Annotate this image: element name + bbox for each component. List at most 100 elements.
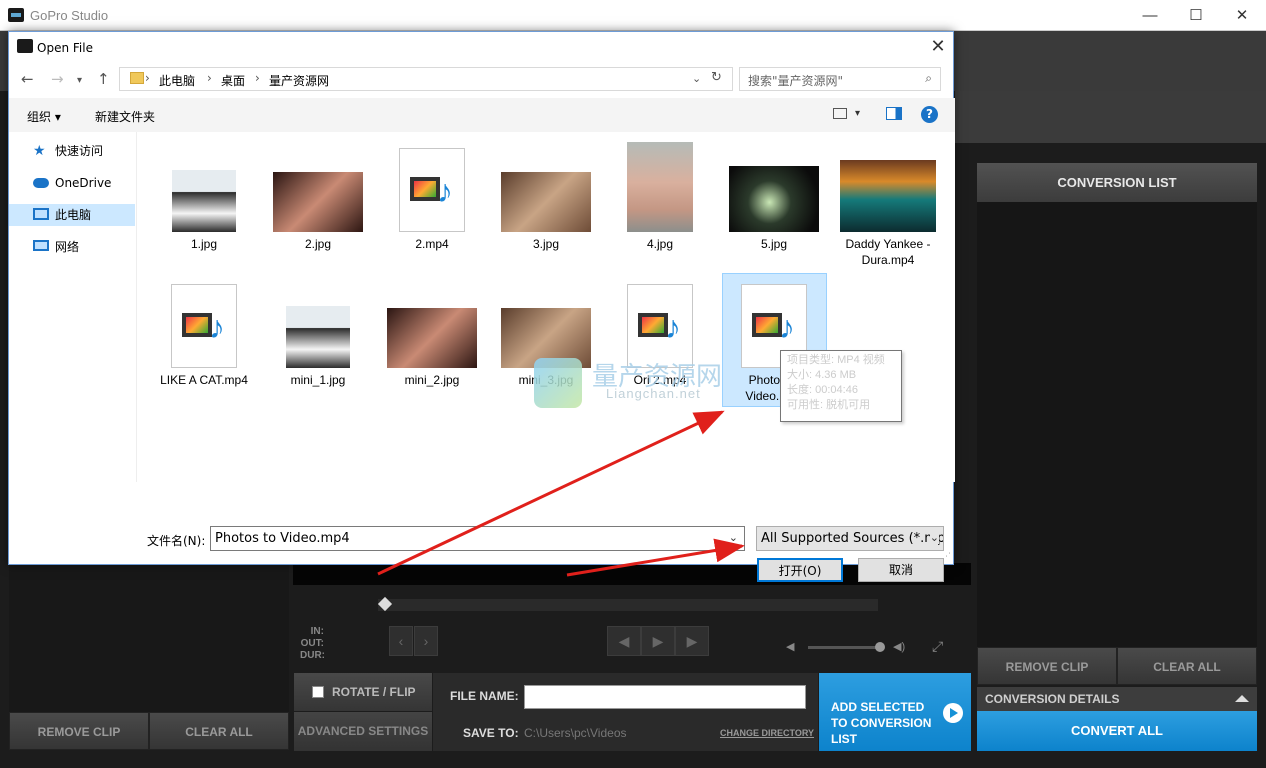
add-selected-label: ADD SELECTED TO CONVERSION LIST	[831, 700, 932, 746]
watermark-en: Liangchan.net	[606, 386, 701, 401]
music-note-icon: ♪	[665, 309, 681, 345]
app-title: GoPro Studio	[30, 8, 109, 23]
file-name: 4.jpg	[646, 237, 674, 251]
music-note-icon: ♪	[779, 309, 795, 345]
music-note-icon: ♪	[437, 173, 453, 209]
tooltip-type: 项目类型: MP4 视频	[787, 354, 885, 366]
file-name: 2.mp4	[415, 237, 449, 251]
convert-all-button[interactable]: CONVERT ALL	[977, 711, 1257, 751]
filetype-select[interactable]: All Supported Sources (*.mp ⌄	[756, 526, 944, 551]
image-thumbnail	[286, 306, 350, 368]
fullscreen-icon[interactable]: ⤢	[932, 638, 943, 655]
file-item[interactable]: 4.jpg	[610, 140, 710, 270]
conversion-remove-clip-button[interactable]: REMOVE CLIP	[977, 647, 1117, 685]
scrub-track[interactable]	[378, 599, 878, 611]
navigation-pane: ★ 快速访问 OneDrive 此电脑 网络	[9, 132, 137, 482]
organize-menu[interactable]: 组织 ▾	[27, 108, 61, 125]
step-back-icon[interactable]: ◀	[607, 626, 641, 656]
breadcrumb-folder[interactable]: 量产资源网	[269, 72, 329, 89]
view-mode-icon[interactable]	[833, 108, 847, 119]
up-arrow-icon[interactable]: ↑	[97, 70, 110, 88]
chevron-down-icon[interactable]: ⌄	[729, 531, 738, 544]
nav-network[interactable]: 网络	[9, 236, 135, 258]
preview-pane-icon[interactable]	[886, 107, 902, 120]
play-icon[interactable]: ▶	[641, 626, 675, 656]
add-selected-button[interactable]: ADD SELECTED TO CONVERSION LIST	[819, 673, 971, 751]
clear-all-button[interactable]: CLEAR ALL	[149, 712, 289, 750]
forward-arrow-icon[interactable]: →	[51, 70, 64, 88]
gopro-logo-icon	[17, 39, 33, 53]
view-dropdown-icon[interactable]: ▾	[855, 108, 860, 119]
file-item[interactable]: Daddy Yankee - Dura.mp4	[838, 140, 938, 270]
change-directory-link[interactable]: CHANGE DIRECTORY	[720, 728, 814, 738]
music-note-icon: ♪	[209, 309, 225, 345]
filetype-value: All Supported Sources (*.mp	[761, 531, 944, 546]
volume-low-icon[interactable]: ◀	[786, 640, 794, 653]
search-input[interactable]: 搜索"量产资源网" ⌕	[739, 67, 941, 91]
mark-out-button[interactable]: ›	[414, 626, 438, 656]
breadcrumb-separator: ›	[207, 71, 212, 85]
conversion-list[interactable]	[977, 202, 1257, 647]
rotate-flip-toggle[interactable]: ROTATE / FLIP	[294, 673, 432, 711]
breadcrumb-separator: ›	[145, 71, 150, 85]
open-button[interactable]: 打开(O)	[757, 558, 843, 582]
app-tab-area	[955, 91, 1266, 143]
breadcrumb-this-pc[interactable]: 此电脑	[159, 72, 195, 89]
dialog-close-button[interactable]: ✕	[925, 34, 951, 60]
nav-this-pc[interactable]: 此电脑	[9, 204, 135, 226]
file-name: LIKE A CAT.mp4	[160, 373, 248, 387]
file-item[interactable]: mini_2.jpg	[382, 276, 482, 406]
rotate-flip-checkbox[interactable]	[312, 686, 324, 698]
file-item[interactable]: 2.jpg	[268, 140, 368, 270]
minimize-button[interactable]: —	[1127, 0, 1173, 31]
step-forward-icon[interactable]: ▶	[675, 626, 709, 656]
image-thumbnail	[501, 172, 591, 232]
remove-clip-button[interactable]: REMOVE CLIP	[9, 712, 149, 750]
file-item[interactable]: ♪ 2.mp4	[382, 140, 482, 270]
nav-network-label: 网络	[55, 240, 80, 254]
nav-quick-access[interactable]: ★ 快速访问	[9, 140, 135, 162]
file-item[interactable]: mini_1.jpg	[268, 276, 368, 406]
recent-dropdown-icon[interactable]: ▾	[77, 75, 82, 86]
help-icon[interactable]: ?	[921, 106, 938, 123]
breadcrumb-desktop[interactable]: 桌面	[221, 72, 245, 89]
volume-handle[interactable]	[875, 642, 885, 652]
filename-input[interactable]: Photos to Video.mp4 ⌄	[210, 526, 745, 551]
file-item[interactable]: 5.jpg	[724, 140, 824, 270]
file-item[interactable]: 3.jpg	[496, 140, 596, 270]
advanced-settings-button[interactable]: ADVANCED SETTINGS	[294, 712, 432, 751]
refresh-icon[interactable]: ↻	[711, 70, 722, 85]
computer-icon	[33, 208, 49, 220]
mark-in-button[interactable]: ‹	[389, 626, 413, 656]
file-name-input[interactable]	[524, 685, 806, 709]
network-icon	[33, 240, 49, 251]
clip-list[interactable]	[9, 563, 289, 712]
volume-slider[interactable]	[808, 646, 880, 649]
file-name-label: FILE NAME:	[450, 689, 519, 703]
search-icon: ⌕	[925, 71, 932, 85]
address-dropdown-icon[interactable]: ⌄	[692, 72, 701, 85]
file-item[interactable]: 1.jpg	[154, 140, 254, 270]
file-name: 2.jpg	[304, 237, 332, 251]
in-label: IN:	[310, 626, 324, 637]
video-file-icon: ♪	[171, 284, 237, 368]
out-label: OUT:	[300, 638, 324, 649]
tooltip-size: 大小: 4.36 MB	[787, 369, 857, 381]
file-item[interactable]: ♪ LIKE A CAT.mp4	[154, 276, 254, 406]
back-arrow-icon[interactable]: ←	[21, 70, 34, 88]
tooltip-length: 长度: 00:04:46	[787, 384, 858, 396]
file-name: mini_2.jpg	[404, 373, 460, 387]
volume-high-icon[interactable]: ◀)	[893, 640, 905, 653]
cancel-button[interactable]: 取消	[858, 558, 944, 582]
close-button[interactable]: ✕	[1219, 0, 1265, 31]
nav-onedrive[interactable]: OneDrive	[9, 172, 135, 194]
conversion-clear-all-button[interactable]: CLEAR ALL	[1117, 647, 1257, 685]
file-tooltip: 项目类型: MP4 视频 大小: 4.36 MB 长度: 00:04:46 可用…	[780, 350, 902, 422]
rotate-flip-label: ROTATE / FLIP	[332, 685, 416, 699]
filename-label: 文件名(N):	[147, 534, 206, 548]
resize-grip-icon[interactable]: ⋰	[942, 552, 951, 562]
play-circle-icon	[943, 703, 963, 723]
maximize-button[interactable]: ☐	[1173, 0, 1219, 31]
new-folder-button[interactable]: 新建文件夹	[95, 108, 155, 125]
conversion-details-toggle[interactable]: CONVERSION DETAILS	[977, 687, 1257, 711]
